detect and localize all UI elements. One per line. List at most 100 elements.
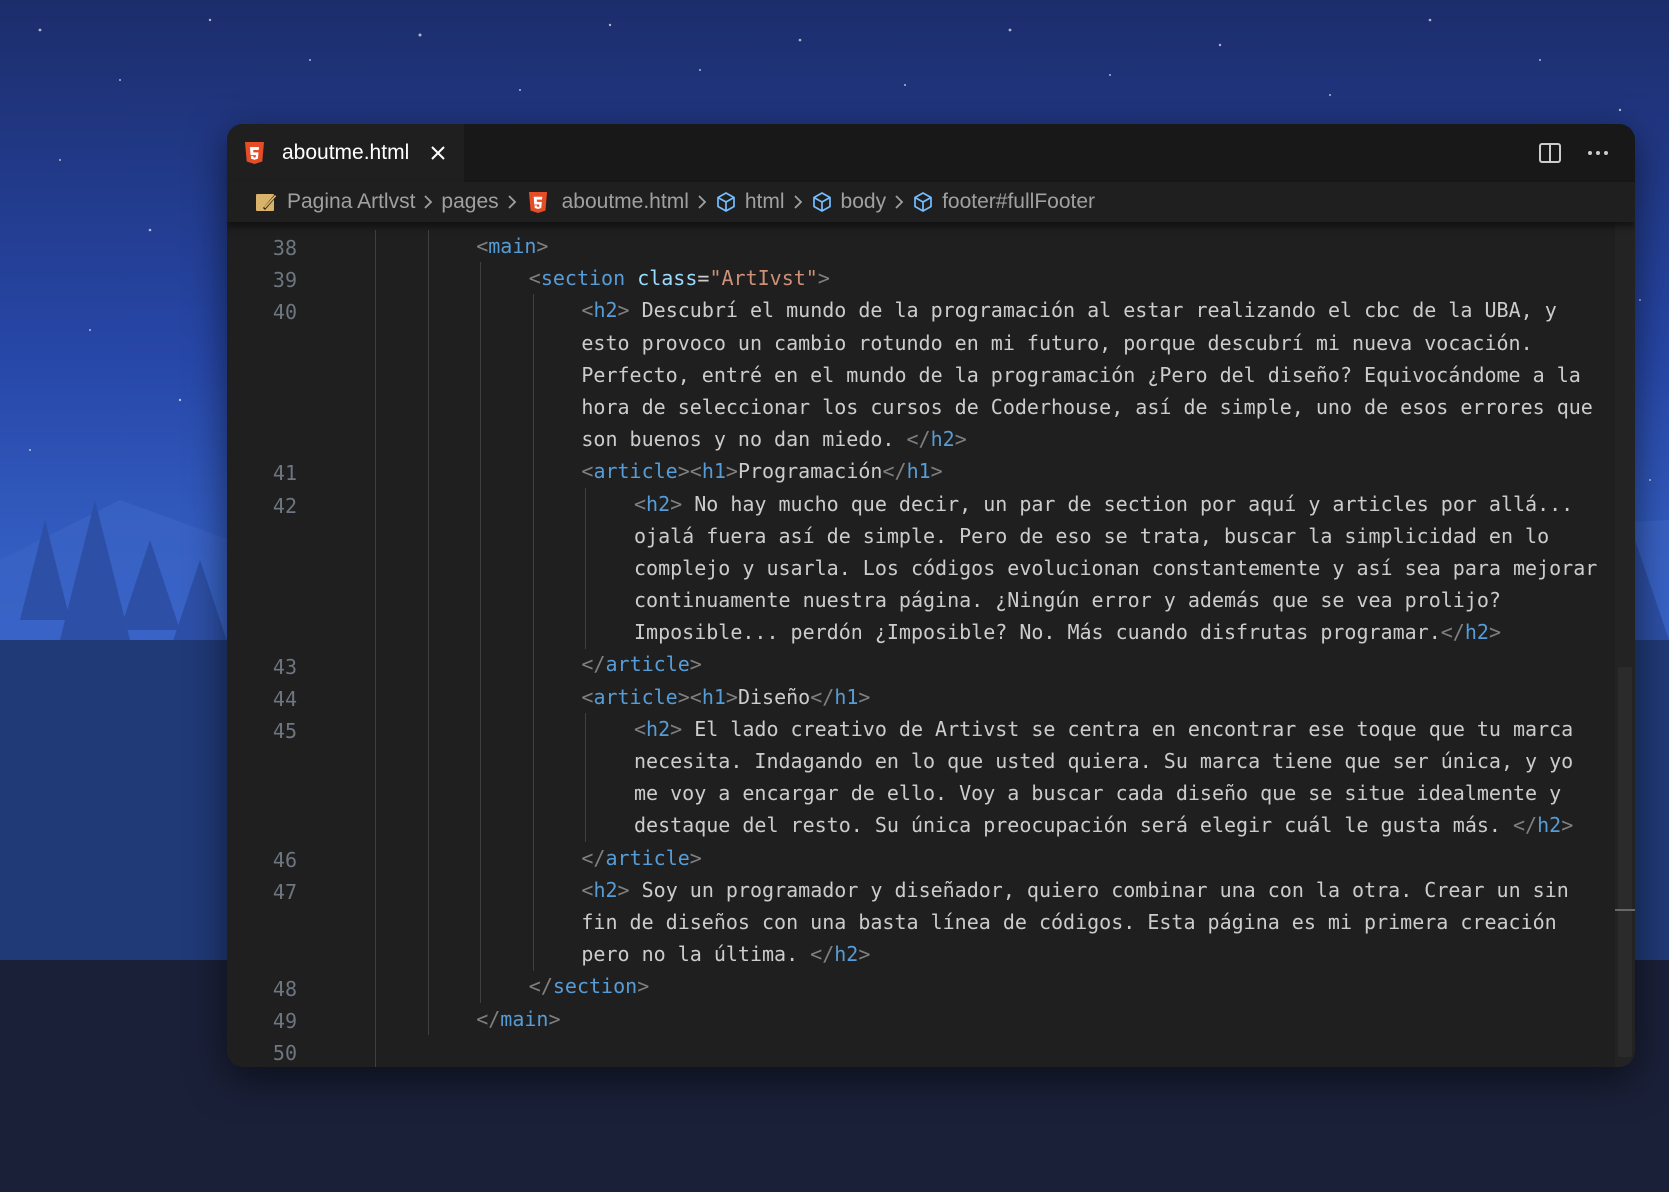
code-line[interactable]: </article> bbox=[371, 842, 1597, 874]
line-number: 39 bbox=[272, 268, 297, 293]
code-token: class bbox=[637, 266, 698, 291]
code-token: > bbox=[1488, 620, 1501, 645]
code-token: < bbox=[581, 298, 594, 323]
line-number: 40 bbox=[272, 300, 297, 325]
code-line[interactable]: <article><h1>Programación</h1> bbox=[371, 455, 1597, 487]
code-line[interactable]: complejo y usarla. Los códigos evolucion… bbox=[371, 552, 1597, 584]
code-line-content: pero no la última. </h2> bbox=[581, 938, 870, 970]
line-number: 46 bbox=[272, 847, 297, 872]
code-token: < bbox=[581, 459, 594, 484]
code-line-content: </main> bbox=[476, 1003, 560, 1035]
line-number: 49 bbox=[272, 1008, 297, 1033]
code-line[interactable]: Perfecto, entré en el mundo de la progra… bbox=[371, 359, 1597, 391]
code-line[interactable] bbox=[371, 1035, 1597, 1067]
code-token: > bbox=[954, 427, 967, 452]
element-cube-icon bbox=[914, 192, 932, 212]
line-number: 44 bbox=[272, 686, 297, 711]
code-line-content: </article> bbox=[581, 648, 701, 680]
code-token: > bbox=[548, 1006, 561, 1031]
code-token: > bbox=[1561, 813, 1574, 838]
close-icon[interactable] bbox=[429, 144, 447, 162]
code-line[interactable]: fin de diseños con una basta línea de có… bbox=[371, 906, 1597, 938]
line-number: 43 bbox=[272, 654, 297, 679]
scrollbar-thumb[interactable] bbox=[1618, 667, 1632, 1057]
breadcrumb-item-project[interactable]: Pagina Artlvst bbox=[255, 190, 415, 214]
breadcrumb-item-html[interactable]: html bbox=[715, 190, 785, 214]
code-line-content: Imposible... perdón ¿Imposible? No. Más … bbox=[634, 616, 1501, 648]
code-line[interactable]: son buenos y no dan miedo. </h2> bbox=[371, 423, 1597, 455]
code-token: > bbox=[670, 491, 683, 516]
code-token: </ bbox=[528, 974, 553, 999]
code-token: > bbox=[725, 459, 738, 484]
breadcrumb-item-file[interactable]: aboutme.html bbox=[525, 190, 689, 214]
code-area[interactable]: 38 39 40 41 42 43 44 45 46 47 48 49 50 <main> <sectio… bbox=[227, 222, 1635, 1067]
code-token: < bbox=[528, 266, 541, 291]
code-token: < bbox=[634, 716, 647, 741]
code-line[interactable]: ojalá fuera así de simple. Pero de eso s… bbox=[371, 520, 1597, 552]
line-number: 38 bbox=[272, 236, 297, 260]
code-token: < bbox=[476, 234, 489, 258]
code-token: </ bbox=[581, 652, 606, 677]
code-token: No hay mucho que decir, un par de sectio… bbox=[682, 491, 1574, 516]
code-token: > bbox=[536, 234, 549, 258]
split-editor-icon[interactable] bbox=[1537, 140, 1563, 166]
vertical-scrollbar[interactable] bbox=[1615, 222, 1635, 1067]
code-line[interactable]: pero no la última. </h2> bbox=[371, 938, 1597, 970]
code-line[interactable]: </main> bbox=[371, 1003, 1597, 1035]
element-cube-icon bbox=[812, 192, 831, 212]
code-line-content: esto provoco un cambio rotundo en mi fut… bbox=[581, 327, 1532, 359]
code-line[interactable]: <h2> Descubrí el mundo de la programació… bbox=[371, 294, 1597, 326]
code-line[interactable]: <article><h1>Diseño</h1> bbox=[371, 681, 1597, 713]
code-token: h2 bbox=[834, 942, 859, 967]
code-line[interactable]: <h2> El lado creativo de Artivst se cent… bbox=[371, 713, 1597, 745]
code-line[interactable]: <h2> Soy un programador y diseñador, qui… bbox=[371, 874, 1597, 906]
code-line[interactable]: Imposible... perdón ¿Imposible? No. Más … bbox=[371, 616, 1597, 648]
code-line-content: necesita. Indagando en lo que usted quie… bbox=[634, 745, 1573, 777]
code-token: h2 bbox=[930, 427, 955, 452]
tab-aboutme-html[interactable]: aboutme.html bbox=[227, 124, 464, 182]
code-token: = bbox=[697, 266, 710, 291]
code-token: article bbox=[605, 845, 690, 870]
more-actions-icon[interactable] bbox=[1585, 140, 1611, 166]
code-token: > bbox=[725, 684, 738, 709]
html5-icon bbox=[245, 142, 264, 164]
line-number: 41 bbox=[272, 461, 297, 486]
code-token: necesita. Indagando en lo que usted quie… bbox=[634, 749, 1574, 773]
code-token: destaque del resto. Su única preocupació… bbox=[634, 813, 1513, 838]
code-token: > bbox=[689, 845, 702, 870]
code-token: </ bbox=[1440, 620, 1465, 645]
code-token: > bbox=[617, 298, 630, 323]
code-line-content: son buenos y no dan miedo. </h2> bbox=[581, 423, 966, 455]
code-line[interactable]: esto provoco un cambio rotundo en mi fut… bbox=[371, 327, 1597, 359]
breadcrumb-item-body[interactable]: body bbox=[811, 190, 886, 214]
breadcrumb-item-pages[interactable]: pages bbox=[441, 190, 498, 214]
line-number: 42 bbox=[272, 493, 297, 518]
code-line[interactable]: </section> bbox=[371, 970, 1597, 1002]
code-token: h1 bbox=[701, 459, 726, 484]
code-token: main bbox=[488, 234, 537, 258]
scrollbar-cursor-marker bbox=[1615, 909, 1635, 911]
code-token: h1 bbox=[906, 459, 931, 484]
code-line-content: <h2> No hay mucho que decir, un par de s… bbox=[634, 488, 1573, 520]
line-number: 50 bbox=[272, 1041, 297, 1065]
code-line-content: ojalá fuera así de simple. Pero de eso s… bbox=[634, 520, 1549, 552]
breadcrumb-item-footer[interactable]: footer#fullFooter bbox=[912, 190, 1095, 214]
code-line[interactable]: necesita. Indagando en lo que usted quie… bbox=[371, 745, 1597, 777]
code-line[interactable]: destaque del resto. Su única preocupació… bbox=[371, 809, 1597, 841]
code-line-content: </article> bbox=[581, 842, 701, 874]
code-token: Descubrí el mundo de la programación al … bbox=[629, 298, 1557, 323]
code-line[interactable]: <section class="ArtIvst"> bbox=[371, 262, 1597, 294]
code-token: son buenos y no dan miedo. bbox=[581, 427, 907, 452]
code-token: </ bbox=[810, 942, 835, 967]
code-token: h1 bbox=[701, 684, 726, 709]
tab-bar: aboutme.html bbox=[227, 124, 1635, 182]
code-line[interactable]: continuamente nuestra página. ¿Ningún er… bbox=[371, 584, 1597, 616]
code-line[interactable]: </article> bbox=[371, 648, 1597, 680]
code-text[interactable]: <main> <section class="ArtIvst"> <h2> Desc… bbox=[371, 230, 1597, 1067]
code-line[interactable]: <main> bbox=[371, 230, 1597, 262]
code-token: > bbox=[817, 266, 830, 291]
code-line[interactable]: <h2> No hay mucho que decir, un par de s… bbox=[371, 488, 1597, 520]
code-line[interactable]: hora de seleccionar los cursos de Coderh… bbox=[371, 391, 1597, 423]
code-line[interactable]: me voy a encargar de ello. Voy a buscar … bbox=[371, 777, 1597, 809]
